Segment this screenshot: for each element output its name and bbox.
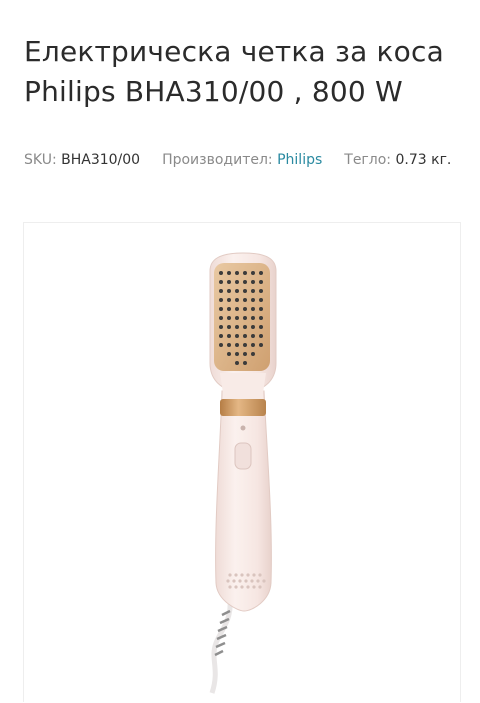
weight-unit: кг. xyxy=(431,152,452,168)
weight-value: 0.73 xyxy=(395,152,427,168)
product-meta: SKU: BHA310/00 Производител: Philips Тегло… xyxy=(24,146,464,175)
sku-value: BHA310/00 xyxy=(61,152,141,168)
manufacturer-label: Производител: xyxy=(162,152,273,168)
cable xyxy=(209,592,233,694)
product-image[interactable] xyxy=(23,222,461,702)
device-body xyxy=(215,390,272,612)
weight-label: Тегло: xyxy=(344,152,392,168)
product-page: Електрическа четка за коса Philips BHA31… xyxy=(0,0,480,702)
product-title: Електрическа четка за коса Philips BHA31… xyxy=(24,35,444,108)
gold-ring xyxy=(220,399,266,416)
sku-label: SKU: xyxy=(24,152,57,168)
manufacturer-link[interactable]: Philips xyxy=(277,152,322,168)
indicator-light xyxy=(240,425,246,431)
hair-brush-image xyxy=(209,252,277,694)
power-switch xyxy=(234,442,252,470)
